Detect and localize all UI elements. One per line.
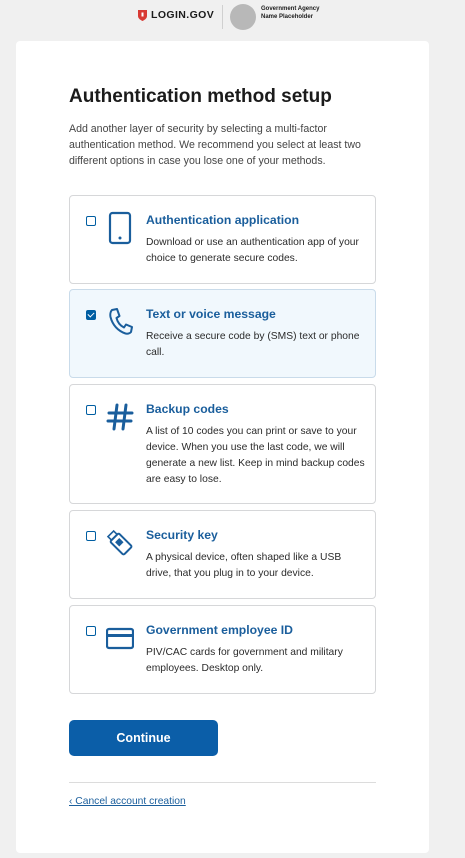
- cancel-account-creation-link[interactable]: ‹ Cancel account creation: [69, 796, 186, 807]
- brand-name: LOGIN.GOV: [151, 9, 215, 21]
- option-title: Government employee ID: [146, 623, 293, 637]
- id-card-icon: [106, 627, 134, 650]
- option-backup-codes[interactable]: Backup codes A list of 10 codes you can …: [69, 384, 376, 504]
- phone-icon: [108, 211, 132, 245]
- option-description: Download or use an authentication app of…: [146, 237, 359, 264]
- intro-text: Add another layer of security by selecti…: [69, 123, 361, 167]
- option-description: A list of 10 codes you can print or save…: [146, 426, 365, 485]
- option-authentication-application[interactable]: Authentication application Download or u…: [69, 195, 376, 284]
- option-description: A physical device, often shaped like a U…: [146, 552, 342, 579]
- checkbox[interactable]: [86, 531, 96, 541]
- option-government-employee-id[interactable]: Government employee ID PIV/CAC cards for…: [69, 605, 376, 694]
- continue-button[interactable]: Continue: [69, 720, 218, 756]
- checkbox-checked[interactable]: [86, 310, 96, 320]
- divider: [69, 782, 376, 783]
- hashtag-icon: [106, 403, 134, 431]
- option-title: Authentication application: [146, 213, 300, 227]
- option-title: Text or voice message: [146, 307, 276, 321]
- checkbox[interactable]: [86, 216, 96, 226]
- shield-icon: [138, 9, 147, 21]
- option-text-or-voice[interactable]: Text or voice message Receive a secure c…: [69, 289, 376, 378]
- option-title: Security key: [146, 528, 218, 542]
- agency-logo: [230, 4, 256, 30]
- page-title: Authentication method setup: [69, 86, 332, 107]
- site-header: LOGIN.GOV Government Agency Name Placeho…: [0, 0, 465, 34]
- telephone-icon: [109, 308, 133, 335]
- agency-name: Government Agency Name Placeholder: [261, 6, 320, 20]
- header-divider: [222, 5, 223, 29]
- option-title: Backup codes: [146, 402, 229, 416]
- option-description: Receive a secure code by (SMS) text or p…: [146, 331, 360, 358]
- login-gov-logo[interactable]: LOGIN.GOV: [138, 9, 214, 21]
- checkbox[interactable]: [86, 405, 96, 415]
- option-description: PIV/CAC cards for government and militar…: [146, 647, 343, 674]
- usb-key-icon: [106, 529, 133, 556]
- checkbox[interactable]: [86, 626, 96, 636]
- option-security-key[interactable]: Security key A physical device, often sh…: [69, 510, 376, 599]
